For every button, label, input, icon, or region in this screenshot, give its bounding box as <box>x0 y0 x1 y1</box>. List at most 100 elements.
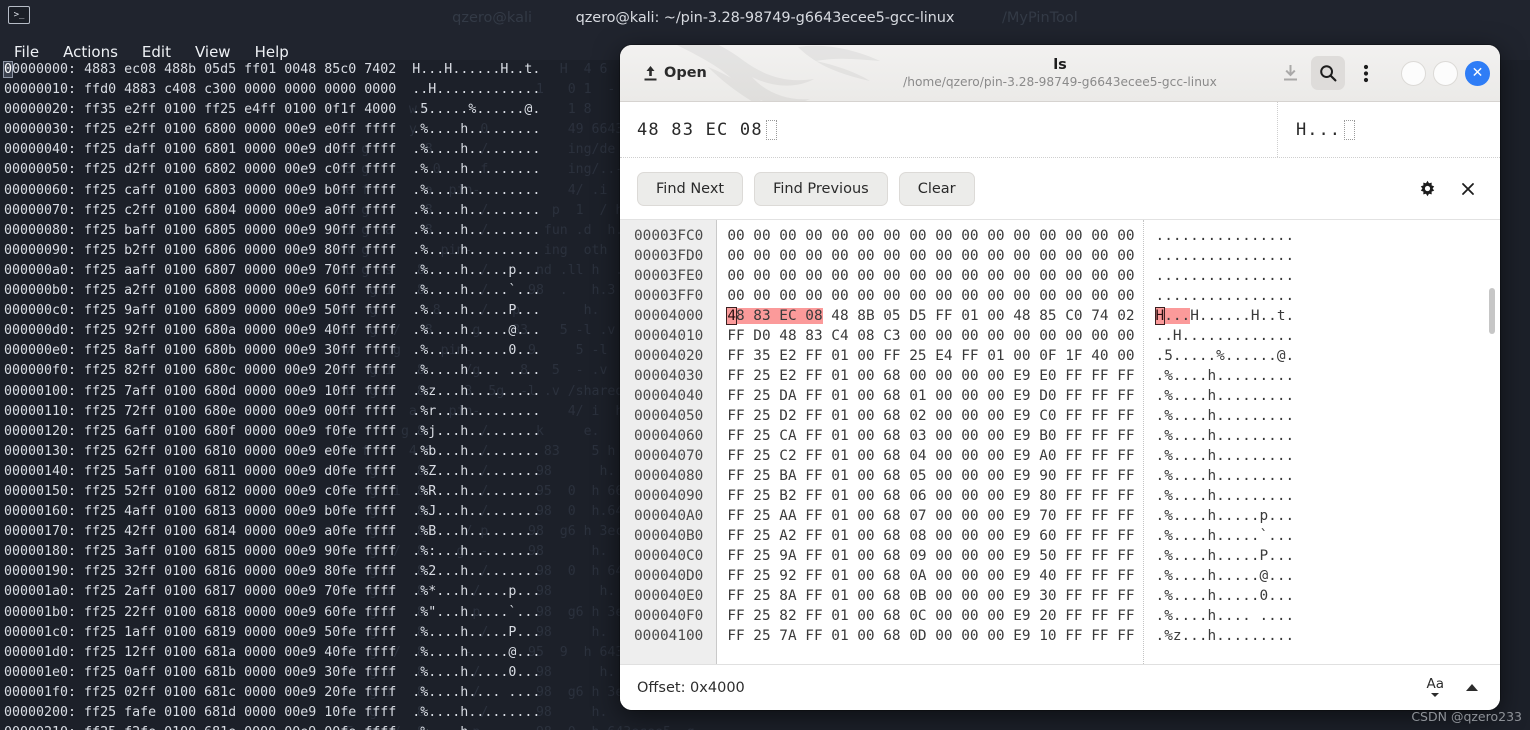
hex-row-bytes[interactable]: 00 00 00 00 00 00 00 00 00 00 00 00 00 0… <box>727 286 1134 306</box>
terminal-hexdump-line: 00000050: ff25 d2ff 0100 6802 0000 00e9 … <box>4 162 541 178</box>
hex-row-ascii[interactable]: .%....h......... <box>1156 426 1500 446</box>
find-next-button[interactable]: Find Next <box>637 171 744 206</box>
open-button[interactable]: Open <box>634 59 717 87</box>
font-size-button[interactable]: Aa <box>1420 676 1450 699</box>
terminal-hexdump-line: 00000130: ff25 62ff 0100 6810 0000 00e9 … <box>4 443 541 459</box>
close-button[interactable]: ✕ <box>1465 60 1490 86</box>
hex-row-offset: 00003FC0 <box>634 228 704 244</box>
hex-scroll-thumb[interactable] <box>1489 288 1495 334</box>
hex-row-ascii[interactable]: .%....h.....0... <box>1156 586 1500 606</box>
hex-row-ascii[interactable]: H...H......H..t. <box>1154 306 1500 326</box>
find-ascii-input[interactable]: H... <box>1278 102 1500 157</box>
close-icon: ✕ <box>1471 65 1484 81</box>
hex-row-ascii[interactable]: .%....h......... <box>1156 446 1500 466</box>
terminal-cursor: 0 <box>2 61 14 78</box>
chevron-up-icon <box>1466 684 1478 691</box>
find-previous-button[interactable]: Find Previous <box>754 171 888 206</box>
maximize-button[interactable] <box>1433 60 1458 86</box>
hex-row-ascii[interactable]: .%....h.....@... <box>1156 566 1500 586</box>
hex-row-offset: 000040D0 <box>634 568 704 584</box>
hex-row-bytes[interactable]: FF 25 CA FF 01 00 68 03 00 00 00 E9 B0 F… <box>727 426 1134 446</box>
hex-row-offset: 00004000 <box>634 308 704 324</box>
terminal-hexdump-line: 00000120: ff25 6aff 0100 680f 0000 00e9 … <box>4 423 541 439</box>
find-options-button[interactable] <box>1412 174 1442 204</box>
hex-row-ascii[interactable]: ................ <box>1156 246 1500 266</box>
hex-row-offset: 00004100 <box>634 628 704 644</box>
hex-row-bytes[interactable]: FF 25 A2 FF 01 00 68 08 00 00 00 E9 60 F… <box>727 526 1134 546</box>
hex-row-bytes[interactable]: FF 25 7A FF 01 00 68 0D 00 00 00 E9 10 F… <box>727 626 1134 646</box>
hex-row-bytes[interactable]: FF 25 D2 FF 01 00 68 02 00 00 00 E9 C0 F… <box>727 406 1134 426</box>
hex-row-bytes[interactable]: FF 25 B2 FF 01 00 68 06 00 00 00 E9 80 F… <box>727 486 1134 506</box>
hex-row-ascii[interactable]: ................ <box>1156 286 1500 306</box>
hex-row-offset: 000040B0 <box>634 528 704 544</box>
hex-row-ascii[interactable]: .5.....%......@. <box>1156 346 1500 366</box>
hex-row-bytes[interactable]: FF 25 E2 FF 01 00 68 00 00 00 00 E9 E0 F… <box>727 366 1134 386</box>
hex-row-ascii[interactable]: .%....h.....p... <box>1156 506 1500 526</box>
find-clear-button[interactable]: Clear <box>898 171 975 206</box>
hex-row-ascii[interactable]: ................ <box>1156 226 1500 246</box>
hex-row-bytes[interactable]: 48 83 EC 08 48 8B 05 D5 FF 01 00 48 85 C… <box>726 306 1135 326</box>
hex-row-bytes[interactable]: FF 25 DA FF 01 00 68 01 00 00 00 E9 D0 F… <box>727 386 1134 406</box>
terminal-hexdump-line: 000001f0: ff25 02ff 0100 681c 0000 00e9 … <box>4 684 541 700</box>
terminal-hexdump-line: 000001b0: ff25 22ff 0100 6818 0000 00e9 … <box>4 604 541 620</box>
menu-button[interactable] <box>1349 56 1383 90</box>
hex-row-bytes[interactable]: FF 25 92 FF 01 00 68 0A 00 00 00 E9 40 F… <box>727 566 1134 586</box>
hex-row-ascii[interactable]: .%....h......... <box>1156 486 1500 506</box>
hex-row-offset: 00004090 <box>634 488 704 504</box>
find-close-button[interactable] <box>1453 174 1483 204</box>
hex-row-offset: 00004020 <box>634 348 704 364</box>
terminal-hexdump-line: 00000150: ff25 52ff 0100 6812 0000 00e9 … <box>4 483 541 499</box>
terminal-hexdump-line: 000001c0: ff25 1aff 0100 6819 0000 00e9 … <box>4 624 541 640</box>
terminal-hexdump-line: 00000060: ff25 caff 0100 6803 0000 00e9 … <box>4 182 541 198</box>
terminal-hexdump-line: 00000180: ff25 3aff 0100 6815 0000 00e9 … <box>4 544 541 560</box>
hex-row-bytes[interactable]: 00 00 00 00 00 00 00 00 00 00 00 00 00 0… <box>727 226 1134 246</box>
hex-row-bytes[interactable]: FF 25 BA FF 01 00 68 05 00 00 00 E9 90 F… <box>727 466 1134 486</box>
hex-row-ascii[interactable]: .%z...h......... <box>1156 626 1500 646</box>
hex-row-bytes[interactable]: FF 25 C2 FF 01 00 68 04 00 00 00 E9 A0 F… <box>727 446 1134 466</box>
hex-row-bytes[interactable]: FF 25 9A FF 01 00 68 09 00 00 00 E9 50 F… <box>727 546 1134 566</box>
hex-row-ascii[interactable]: .%....h......... <box>1156 406 1500 426</box>
menu-item-actions[interactable]: Actions <box>63 43 118 61</box>
find-hex-input[interactable]: 48 83 EC 08 <box>620 102 1278 157</box>
hex-row-ascii[interactable]: .%....h.... .... <box>1156 606 1500 626</box>
hex-row-ascii[interactable]: .%....h.....`... <box>1156 526 1500 546</box>
hex-row-ascii[interactable]: .%....h......... <box>1156 386 1500 406</box>
hex-row-ascii[interactable]: .%....h......... <box>1156 466 1500 486</box>
search-button[interactable] <box>1311 56 1345 90</box>
hex-row-ascii[interactable]: ................ <box>1156 266 1500 286</box>
find-ascii-caret <box>1343 119 1355 140</box>
terminal-hexdump-line: 00000080: ff25 baff 0100 6805 0000 00e9 … <box>4 222 541 238</box>
hex-row-bytes[interactable]: FF 25 8A FF 01 00 68 0B 00 00 00 E9 30 F… <box>727 586 1134 606</box>
terminal-ghost-right: /MyPinTool <box>1002 10 1078 26</box>
hex-editor-headerbar[interactable]: Open ls /home/qzero/pin-3.28-98749-g6643… <box>620 45 1500 102</box>
hex-row-bytes[interactable]: FF D0 48 83 C4 08 C3 00 00 00 00 00 00 0… <box>727 326 1134 346</box>
hex-view[interactable]: 00003FC0 00003FD0 00003FE0 00003FF0 00004000… <box>620 220 1500 664</box>
hex-row-bytes[interactable]: FF 25 AA FF 01 00 68 07 00 00 00 E9 70 F… <box>727 506 1134 526</box>
save-button[interactable] <box>1273 56 1307 90</box>
terminal-hexdump-line: 000000f0: ff25 82ff 0100 680c 0000 00e9 … <box>4 363 541 379</box>
hex-row-bytes[interactable]: FF 25 82 FF 01 00 68 0C 00 00 00 E9 20 F… <box>727 606 1134 626</box>
hex-row-bytes[interactable]: 00 00 00 00 00 00 00 00 00 00 00 00 00 0… <box>727 266 1134 286</box>
hex-row-ascii[interactable]: .%....h......... <box>1156 366 1500 386</box>
hex-row-ascii[interactable]: .%....h.....P... <box>1156 546 1500 566</box>
hex-row-ascii[interactable]: ..H............. <box>1156 326 1500 346</box>
find-input-row: 48 83 EC 08 H... <box>620 102 1500 158</box>
terminal-titlebar[interactable]: qzero@kali /MyPinTool >_ qzero@kali: ~/p… <box>0 0 1530 36</box>
minimize-button[interactable] <box>1401 60 1426 86</box>
menu-item-view[interactable]: View <box>195 43 231 61</box>
menu-item-file[interactable]: File <box>14 43 39 61</box>
hex-row-bytes[interactable]: 00 00 00 00 00 00 00 00 00 00 00 00 00 0… <box>727 246 1134 266</box>
terminal-icon: >_ <box>8 6 30 24</box>
menu-item-edit[interactable]: Edit <box>142 43 171 61</box>
hex-row-offset: 00003FD0 <box>634 248 704 264</box>
hex-scrollbar[interactable] <box>1489 228 1495 663</box>
hex-editor-title: ls <box>1053 56 1067 73</box>
hex-bytes-column[interactable]: 00 00 00 00 00 00 00 00 00 00 00 00 00 0… <box>717 220 1135 664</box>
terminal-hexdump-line: 00000110: ff25 72ff 0100 680e 0000 00e9 … <box>4 403 541 419</box>
scroll-up-button[interactable] <box>1460 682 1484 693</box>
hex-row-bytes[interactable]: FF 35 E2 FF 01 00 FF 25 E4 FF 01 00 0F 1… <box>727 346 1134 366</box>
terminal-hexdump-line: 000000e0: ff25 8aff 0100 680b 0000 00e9 … <box>4 343 541 359</box>
menu-item-help[interactable]: Help <box>255 43 289 61</box>
hex-ascii-column[interactable]: ........................................… <box>1144 220 1500 664</box>
terminal-ghost-left: qzero@kali <box>452 10 533 26</box>
